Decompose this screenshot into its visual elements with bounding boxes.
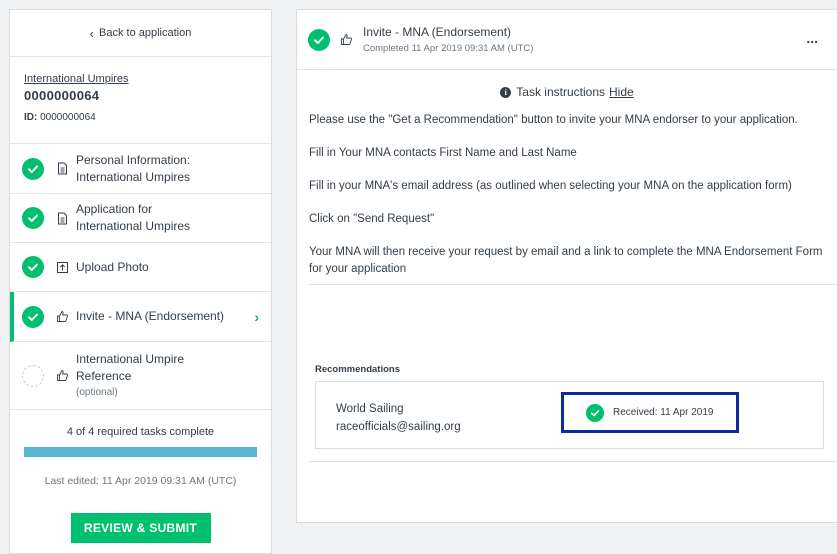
- recommendation-status-text: Received: 11 Apr 2019: [613, 407, 714, 418]
- task-upload-photo[interactable]: Upload Photo: [10, 243, 271, 292]
- progress-fill: [24, 447, 257, 457]
- recommender-email: raceofficials@sailing.org: [336, 421, 461, 433]
- progress-bar: [24, 447, 257, 457]
- check-icon: [308, 28, 330, 51]
- document-icon: [54, 161, 70, 177]
- task-completed-date: Completed 11 Apr 2019 09:31 AM (UTC): [363, 43, 534, 54]
- instruction-line: Please use the "Get a Recommendation" bu…: [309, 114, 798, 126]
- chevron-left-icon: ‹: [89, 25, 94, 41]
- recommendation-card: World Sailing raceofficials@sailing.org …: [315, 381, 824, 449]
- task-sidebar: ‹ Back to application International Umpi…: [9, 9, 272, 554]
- task-header: Invite - MNA (Endorsement) Completed 11 …: [297, 10, 837, 70]
- back-to-application-link[interactable]: ‹ Back to application: [10, 10, 271, 57]
- thumbs-up-icon: [54, 368, 70, 384]
- instruction-line: Click on "Send Request": [309, 213, 435, 225]
- task-personal-information[interactable]: Personal Information: International Umpir…: [10, 144, 271, 194]
- task-label: Personal Information: International Umpir…: [76, 152, 191, 184]
- task-application-for[interactable]: Application for International Umpires: [10, 194, 271, 243]
- chevron-right-icon: ›: [254, 308, 259, 325]
- application-number: 0000000064: [24, 88, 100, 103]
- check-icon: [22, 256, 44, 278]
- last-edited: Last edited: 11 Apr 2019 09:31 AM (UTC): [44, 475, 237, 487]
- task-title: Invite - MNA (Endorsement): [363, 25, 512, 39]
- check-icon: [22, 207, 44, 229]
- upload-icon: [54, 259, 70, 275]
- instruction-line: Your MNA will then receive your request …: [309, 246, 823, 275]
- hide-instructions-link[interactable]: Hide: [609, 85, 634, 99]
- thumbs-up-icon: [338, 32, 354, 48]
- recommendation-status: Received: 11 Apr 2019: [561, 392, 739, 433]
- application-id: ID: 0000000064: [24, 112, 96, 123]
- check-icon: [22, 157, 44, 180]
- task-label: Invite - MNA (Endorsement): [76, 309, 225, 323]
- check-icon: [22, 305, 44, 328]
- task-label: Upload Photo: [76, 259, 149, 274]
- instruction-line: Fill in Your MNA contacts First Name and…: [309, 147, 577, 159]
- task-detail-panel: Invite - MNA (Endorsement) Completed 11 …: [296, 9, 837, 523]
- task-instructions-heading: i Task instructions Hide: [297, 85, 837, 99]
- recommendations-label: Recommendations: [315, 364, 400, 375]
- divider: [309, 461, 837, 462]
- task-international-umpire-reference[interactable]: International Umpire Reference (optional): [10, 342, 271, 410]
- info-icon: i: [500, 86, 512, 98]
- recommender-name: World Sailing: [336, 403, 404, 415]
- more-options-button[interactable]: ...: [806, 30, 818, 46]
- check-icon: [586, 403, 604, 422]
- task-instructions: Please use the "Get a Recommendation" bu…: [297, 112, 837, 278]
- back-label: Back to application: [99, 27, 192, 39]
- document-icon: [54, 210, 70, 226]
- task-label: Application for International Umpires: [76, 202, 191, 233]
- instruction-line: Fill in your MNA's email address (as out…: [309, 180, 792, 192]
- incomplete-status-icon: [22, 364, 44, 387]
- progress-section: 4 of 4 required tasks complete Last edit…: [10, 410, 271, 543]
- divider: [309, 284, 837, 285]
- review-and-submit-button[interactable]: REVIEW & SUBMIT: [70, 513, 211, 543]
- thumbs-up-icon: [54, 309, 70, 325]
- recommender-info: World Sailing raceofficials@sailing.org: [336, 400, 461, 436]
- task-label: International Umpire Reference (optional): [76, 352, 185, 398]
- application-info: International Umpires 0000000064 ID: 000…: [10, 57, 271, 144]
- application-name-link[interactable]: International Umpires: [24, 73, 257, 85]
- progress-text: 4 of 4 required tasks complete: [66, 426, 215, 438]
- task-invite-mna-endorsement[interactable]: Invite - MNA (Endorsement) ›: [10, 292, 271, 342]
